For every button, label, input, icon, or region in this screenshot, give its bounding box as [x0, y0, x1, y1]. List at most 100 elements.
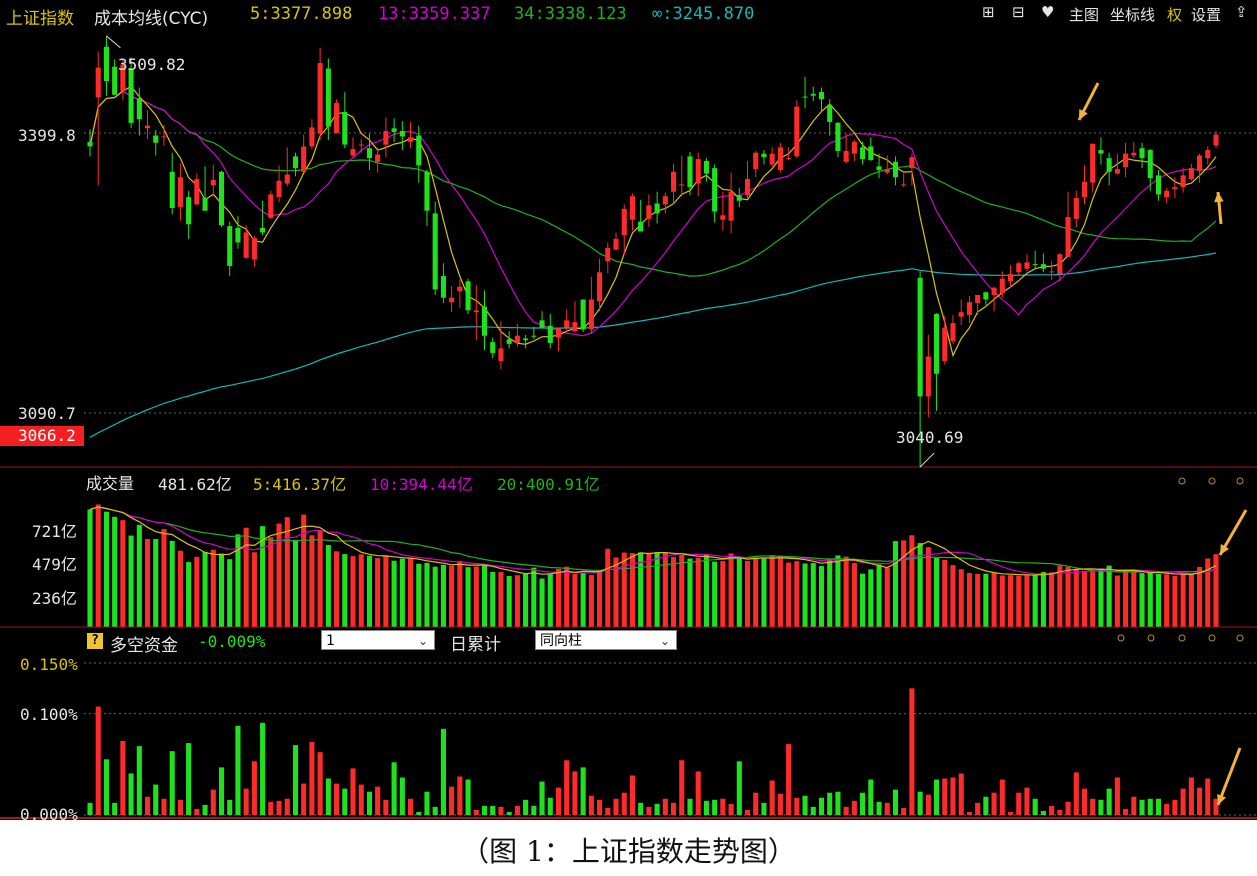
candle-body	[523, 338, 529, 341]
fund-bar	[695, 771, 701, 815]
favorite-icon[interactable]: ♥	[1041, 3, 1054, 21]
volume-bar	[112, 516, 118, 627]
chart-canvas[interactable]	[0, 0, 1257, 820]
ma5-line	[89, 85, 1217, 358]
volume-bar	[531, 567, 537, 627]
chart-area[interactable]: 上证指数 成本均线(CYC) 5:3377.898 13:3359.337 34…	[0, 0, 1257, 820]
fund-bar	[564, 760, 570, 815]
fund-bar	[1155, 798, 1162, 815]
fund-bar	[925, 794, 931, 815]
volume-bar	[383, 555, 389, 627]
price-tick-1: 3399.8	[18, 126, 76, 145]
volume-bar	[588, 575, 594, 627]
volume-bar	[498, 572, 504, 627]
candle-body	[416, 135, 422, 166]
fund-bar	[753, 792, 759, 815]
volume-bar	[87, 509, 93, 627]
fund-bar	[136, 746, 142, 815]
export-icon[interactable]: ⇪	[1235, 3, 1248, 21]
volume-bar	[136, 524, 142, 627]
candle-body	[490, 342, 496, 353]
candle-body	[432, 213, 438, 290]
volume-ma5-line	[89, 506, 1217, 576]
volume-tick-2: 479亿	[32, 555, 77, 574]
candle-body	[325, 68, 331, 127]
volume-bar	[827, 558, 833, 627]
fund-bar	[638, 802, 644, 815]
candle-body	[728, 191, 734, 221]
help-icon[interactable]: ?	[87, 633, 103, 649]
fund-bar	[309, 742, 315, 815]
candle-body	[128, 68, 134, 123]
panel-tool-icon	[1147, 634, 1155, 642]
axis-line-button[interactable]: 坐标线	[1110, 4, 1155, 25]
volume-bar	[523, 573, 529, 627]
candle-body	[440, 275, 446, 298]
settings-button[interactable]: 设置	[1191, 4, 1221, 25]
panel-tool-icon	[1236, 634, 1244, 642]
candle-body	[917, 277, 923, 397]
fund-bar	[810, 806, 816, 815]
zoom-in-icon[interactable]: ⊞	[982, 3, 995, 21]
volume-bar	[942, 559, 948, 627]
fund-bar	[1180, 788, 1186, 815]
fund-bar	[128, 773, 134, 815]
candle-body	[925, 356, 931, 397]
candle-body	[621, 208, 627, 236]
fund-bar	[465, 779, 471, 815]
fund-bar	[350, 768, 356, 815]
candle-body	[481, 306, 488, 336]
fund-title: 多空资金	[110, 636, 178, 656]
candle-body	[942, 327, 948, 362]
volume-bar	[810, 563, 816, 627]
zoom-out-icon[interactable]: ⊟	[1012, 3, 1025, 21]
volume-ma20-line	[89, 506, 1217, 573]
ma-inf-value: ∞:3245.870	[652, 4, 755, 24]
volume-bar	[983, 573, 989, 627]
candle-body	[465, 281, 471, 311]
volume-bar	[251, 552, 257, 627]
candle-body	[202, 198, 208, 211]
volume-bar	[301, 514, 307, 627]
fund-bar	[991, 792, 997, 815]
fund-bar	[473, 809, 479, 815]
fund-bar	[868, 779, 874, 815]
volume-bar	[366, 555, 372, 627]
candle-body	[95, 67, 101, 98]
fund-bar	[218, 767, 225, 815]
volume-bar	[243, 527, 249, 627]
period-select[interactable]: 1 ⌄	[321, 630, 435, 650]
candle-body	[260, 227, 266, 233]
fund-bar	[613, 798, 619, 815]
volume-bar	[506, 576, 512, 627]
fund-bar	[498, 806, 504, 815]
fund-bar	[144, 796, 151, 815]
volume-bar	[350, 556, 356, 627]
rights-button[interactable]: 权	[1167, 4, 1182, 25]
candle-body	[112, 66, 118, 95]
arrow-head-icon	[1214, 192, 1224, 203]
volume-bar	[514, 575, 520, 627]
fund-bar	[112, 802, 118, 815]
volume-bar	[1197, 566, 1203, 627]
style-select[interactable]: 同向柱 ⌄	[535, 630, 677, 650]
volume-bar	[794, 561, 800, 627]
fund-bar	[169, 751, 175, 815]
fund-bar	[301, 783, 307, 815]
candle-body	[87, 141, 93, 147]
volume-bar	[786, 562, 792, 627]
main-chart-button[interactable]: 主图	[1069, 4, 1099, 25]
candle-body	[375, 154, 381, 162]
candle-body	[1139, 148, 1145, 159]
candle-body	[786, 158, 792, 160]
candle-body	[1065, 217, 1071, 257]
candle-body	[1057, 254, 1063, 275]
volume-bar	[818, 566, 825, 627]
fund-bar	[432, 806, 438, 815]
fund-bar	[786, 744, 792, 815]
fund-bar	[966, 811, 972, 815]
fund-bar	[621, 792, 627, 815]
fund-bar	[457, 776, 463, 815]
volume-bar	[555, 568, 562, 627]
fund-bar	[777, 793, 783, 815]
